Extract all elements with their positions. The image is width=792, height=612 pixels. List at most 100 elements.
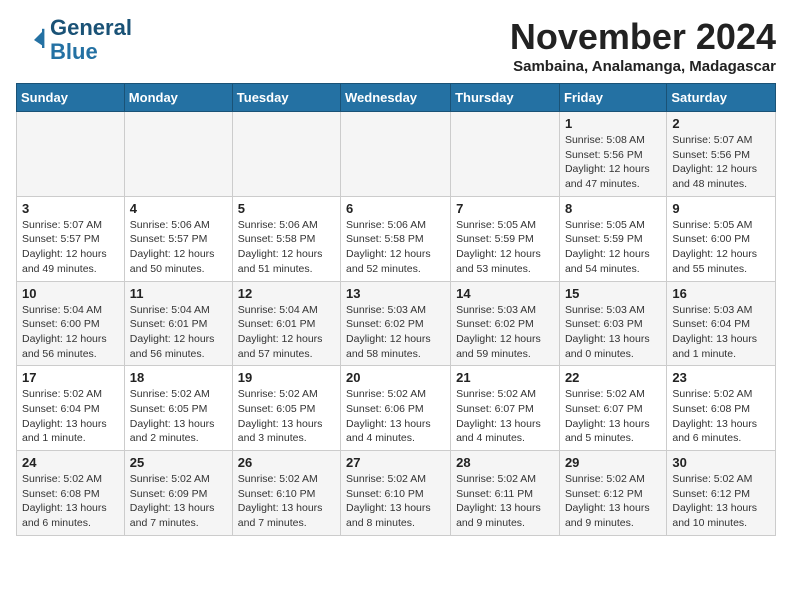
- calendar-cell: 27Sunrise: 5:02 AM Sunset: 6:10 PM Dayli…: [341, 451, 451, 536]
- calendar-cell: [232, 112, 340, 197]
- calendar-cell: 18 Sunrise: 5:02 AM Sunset: 6:05 PM Dayli…: [124, 366, 232, 451]
- day-number: 4: [130, 201, 227, 216]
- calendar-cell: 15 Sunrise: 5:03 AM Sunset: 6:03 PM Dayli…: [559, 281, 666, 366]
- calendar-cell: 28Sunrise: 5:02 AM Sunset: 6:11 PM Dayli…: [451, 451, 560, 536]
- day-info: Sunrise: 5:05 AM Sunset: 5:59 PM Dayligh…: [565, 218, 661, 277]
- calendar-cell: 23 Sunrise: 5:02 AM Sunset: 6:08 PM Dayli…: [667, 366, 776, 451]
- calendar-cell: 3Sunrise: 5:07 AM Sunset: 5:57 PM Daylig…: [17, 196, 125, 281]
- day-number: 20: [346, 370, 445, 385]
- day-info: Sunrise: 5:04 AM Sunset: 6:01 PM Dayligh…: [238, 303, 335, 362]
- day-info: Sunrise: 5:04 AM Sunset: 6:01 PM Dayligh…: [130, 303, 227, 362]
- day-info: Sunrise: 5:02 AM Sunset: 6:08 PM Dayligh…: [672, 387, 770, 446]
- day-number: 7: [456, 201, 554, 216]
- calendar-cell: 5 Sunrise: 5:06 AM Sunset: 5:58 PM Daylig…: [232, 196, 340, 281]
- day-info: Sunrise: 5:03 AM Sunset: 6:02 PM Dayligh…: [456, 303, 554, 362]
- calendar-cell: [451, 112, 560, 197]
- day-number: 2: [672, 116, 770, 131]
- calendar-week-row: 24Sunrise: 5:02 AM Sunset: 6:08 PM Dayli…: [17, 451, 776, 536]
- calendar-cell: [17, 112, 125, 197]
- day-info: Sunrise: 5:02 AM Sunset: 6:04 PM Dayligh…: [22, 387, 119, 446]
- day-info: Sunrise: 5:08 AM Sunset: 5:56 PM Dayligh…: [565, 133, 661, 192]
- day-number: 1: [565, 116, 661, 131]
- calendar-cell: 21 Sunrise: 5:02 AM Sunset: 6:07 PM Dayli…: [451, 366, 560, 451]
- day-info: Sunrise: 5:02 AM Sunset: 6:10 PM Dayligh…: [346, 472, 445, 531]
- location: Sambaina, Analamanga, Madagascar: [510, 58, 776, 75]
- day-info: Sunrise: 5:07 AM Sunset: 5:56 PM Dayligh…: [672, 133, 770, 192]
- month-title: November 2024: [510, 16, 776, 58]
- day-number: 17: [22, 370, 119, 385]
- weekday-header-cell: Friday: [559, 84, 666, 112]
- day-info: Sunrise: 5:06 AM Sunset: 5:57 PM Dayligh…: [130, 218, 227, 277]
- calendar-cell: 14 Sunrise: 5:03 AM Sunset: 6:02 PM Dayli…: [451, 281, 560, 366]
- calendar-week-row: 17 Sunrise: 5:02 AM Sunset: 6:04 PM Dayli…: [17, 366, 776, 451]
- logo-line2: Blue: [50, 40, 132, 64]
- day-info: Sunrise: 5:02 AM Sunset: 6:05 PM Dayligh…: [238, 387, 335, 446]
- day-info: Sunrise: 5:03 AM Sunset: 6:03 PM Dayligh…: [565, 303, 661, 362]
- calendar-cell: 17 Sunrise: 5:02 AM Sunset: 6:04 PM Dayli…: [17, 366, 125, 451]
- day-info: Sunrise: 5:03 AM Sunset: 6:02 PM Dayligh…: [346, 303, 445, 362]
- day-number: 26: [238, 455, 335, 470]
- calendar-body: 1 Sunrise: 5:08 AM Sunset: 5:56 PM Daylig…: [17, 112, 776, 536]
- day-info: Sunrise: 5:02 AM Sunset: 6:11 PM Dayligh…: [456, 472, 554, 531]
- calendar-cell: 2 Sunrise: 5:07 AM Sunset: 5:56 PM Daylig…: [667, 112, 776, 197]
- day-number: 5: [238, 201, 335, 216]
- calendar-cell: 24Sunrise: 5:02 AM Sunset: 6:08 PM Dayli…: [17, 451, 125, 536]
- day-number: 13: [346, 286, 445, 301]
- calendar-cell: 11 Sunrise: 5:04 AM Sunset: 6:01 PM Dayli…: [124, 281, 232, 366]
- day-info: Sunrise: 5:06 AM Sunset: 5:58 PM Dayligh…: [346, 218, 445, 277]
- calendar-cell: 1 Sunrise: 5:08 AM Sunset: 5:56 PM Daylig…: [559, 112, 666, 197]
- calendar-week-row: 10 Sunrise: 5:04 AM Sunset: 6:00 PM Dayli…: [17, 281, 776, 366]
- day-info: Sunrise: 5:06 AM Sunset: 5:58 PM Dayligh…: [238, 218, 335, 277]
- day-number: 14: [456, 286, 554, 301]
- page-header: General Blue November 2024 Sambaina, Ana…: [16, 16, 776, 75]
- calendar-cell: 25 Sunrise: 5:02 AM Sunset: 6:09 PM Dayli…: [124, 451, 232, 536]
- calendar-cell: 13 Sunrise: 5:03 AM Sunset: 6:02 PM Dayli…: [341, 281, 451, 366]
- day-number: 3: [22, 201, 119, 216]
- day-number: 9: [672, 201, 770, 216]
- weekday-header-cell: Monday: [124, 84, 232, 112]
- weekday-header-cell: Sunday: [17, 84, 125, 112]
- calendar-table: SundayMondayTuesdayWednesdayThursdayFrid…: [16, 83, 776, 536]
- weekday-header-cell: Saturday: [667, 84, 776, 112]
- day-info: Sunrise: 5:02 AM Sunset: 6:10 PM Dayligh…: [238, 472, 335, 531]
- day-info: Sunrise: 5:05 AM Sunset: 5:59 PM Dayligh…: [456, 218, 554, 277]
- calendar-cell: 22Sunrise: 5:02 AM Sunset: 6:07 PM Dayli…: [559, 366, 666, 451]
- calendar-cell: 20Sunrise: 5:02 AM Sunset: 6:06 PM Dayli…: [341, 366, 451, 451]
- calendar-cell: 30Sunrise: 5:02 AM Sunset: 6:12 PM Dayli…: [667, 451, 776, 536]
- calendar-cell: [124, 112, 232, 197]
- weekday-header-cell: Thursday: [451, 84, 560, 112]
- day-number: 18: [130, 370, 227, 385]
- day-info: Sunrise: 5:02 AM Sunset: 6:07 PM Dayligh…: [456, 387, 554, 446]
- day-number: 15: [565, 286, 661, 301]
- logo-icon: [18, 24, 50, 56]
- day-number: 19: [238, 370, 335, 385]
- logo: General Blue: [16, 16, 132, 64]
- title-area: November 2024 Sambaina, Analamanga, Mada…: [510, 16, 776, 75]
- weekday-header-row: SundayMondayTuesdayWednesdayThursdayFrid…: [17, 84, 776, 112]
- day-info: Sunrise: 5:02 AM Sunset: 6:07 PM Dayligh…: [565, 387, 661, 446]
- day-number: 23: [672, 370, 770, 385]
- day-info: Sunrise: 5:02 AM Sunset: 6:12 PM Dayligh…: [672, 472, 770, 531]
- calendar-cell: 26 Sunrise: 5:02 AM Sunset: 6:10 PM Dayli…: [232, 451, 340, 536]
- day-info: Sunrise: 5:02 AM Sunset: 6:08 PM Dayligh…: [22, 472, 119, 531]
- day-info: Sunrise: 5:04 AM Sunset: 6:00 PM Dayligh…: [22, 303, 119, 362]
- day-number: 25: [130, 455, 227, 470]
- calendar-cell: 16 Sunrise: 5:03 AM Sunset: 6:04 PM Dayli…: [667, 281, 776, 366]
- calendar-cell: 10 Sunrise: 5:04 AM Sunset: 6:00 PM Dayli…: [17, 281, 125, 366]
- calendar-cell: 4 Sunrise: 5:06 AM Sunset: 5:57 PM Daylig…: [124, 196, 232, 281]
- calendar-cell: 12 Sunrise: 5:04 AM Sunset: 6:01 PM Dayli…: [232, 281, 340, 366]
- day-number: 16: [672, 286, 770, 301]
- day-info: Sunrise: 5:02 AM Sunset: 6:05 PM Dayligh…: [130, 387, 227, 446]
- calendar-cell: 9 Sunrise: 5:05 AM Sunset: 6:00 PM Daylig…: [667, 196, 776, 281]
- day-number: 12: [238, 286, 335, 301]
- day-number: 21: [456, 370, 554, 385]
- day-info: Sunrise: 5:03 AM Sunset: 6:04 PM Dayligh…: [672, 303, 770, 362]
- calendar-cell: 6Sunrise: 5:06 AM Sunset: 5:58 PM Daylig…: [341, 196, 451, 281]
- day-number: 11: [130, 286, 227, 301]
- weekday-header-cell: Tuesday: [232, 84, 340, 112]
- day-number: 10: [22, 286, 119, 301]
- logo-text: General Blue: [50, 16, 132, 64]
- calendar-cell: 19 Sunrise: 5:02 AM Sunset: 6:05 PM Dayli…: [232, 366, 340, 451]
- day-info: Sunrise: 5:05 AM Sunset: 6:00 PM Dayligh…: [672, 218, 770, 277]
- day-info: Sunrise: 5:02 AM Sunset: 6:09 PM Dayligh…: [130, 472, 227, 531]
